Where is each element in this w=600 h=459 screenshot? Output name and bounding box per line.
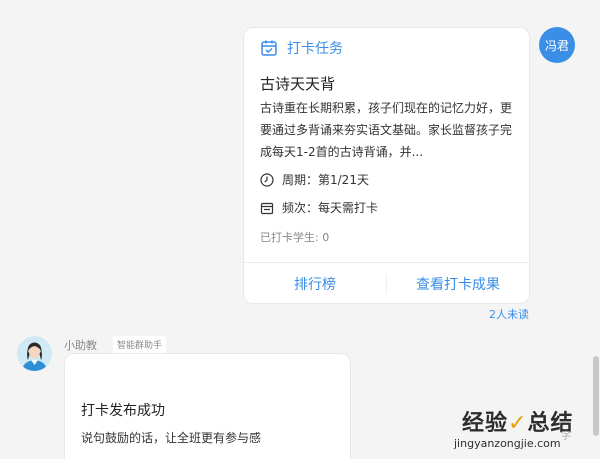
task-period: 周期：第1/21天 [260, 171, 369, 188]
assistant-avatar-icon [17, 336, 52, 371]
task-frequency-text: 频次：每天需打卡 [282, 201, 379, 215]
assistant-avatar[interactable] [17, 336, 52, 371]
watermark-url: jingyanzongjie.com [454, 437, 561, 450]
publish-success-card[interactable]: 打卡发布成功 说句鼓励的话，让全班更有参与感 [64, 353, 351, 459]
card-header: 打卡任务 [260, 38, 343, 58]
task-description: 古诗重在长期积累，孩子们现在的记忆力好，更要通过多背诵来夯实语文基础。家长监督孩… [260, 101, 513, 159]
calendar-icon [260, 202, 274, 214]
check-in-task-card[interactable]: 打卡任务 古诗天天背 古诗重在长期积累，孩子们现在的记忆力好，更要通过多背诵来夯… [243, 27, 530, 304]
view-results-button[interactable]: 查看打卡成果 [387, 263, 529, 305]
ranking-button[interactable]: 排行榜 [244, 263, 386, 305]
task-period-text: 周期：第1/21天 [282, 173, 369, 187]
clock-icon [260, 172, 274, 187]
card-actions: 排行榜 查看打卡成果 [244, 263, 529, 305]
publish-success-subtitle: 说句鼓励的话，让全班更有参与感 [81, 431, 262, 445]
user-avatar-text: 冯君 [544, 38, 569, 53]
task-frequency: 频次：每天需打卡 [260, 199, 378, 216]
user-avatar[interactable]: 冯君 [539, 27, 575, 63]
task-title: 古诗天天背 [260, 75, 336, 93]
watermark-logo: 经验✓总结 [462, 405, 573, 437]
watermark-check-icon: ✓ [508, 411, 528, 436]
scrollbar-thumb[interactable] [593, 356, 599, 436]
assistant-tag: 智能群助手 [113, 336, 167, 353]
calendar-check-icon [261, 40, 277, 56]
unread-status[interactable]: 2人未读 [489, 306, 529, 322]
watermark-logo-a: 经验 [462, 411, 509, 436]
checked-student-count: 已打卡学生: 0 [260, 231, 330, 244]
assistant-name: 小助教 [64, 339, 97, 352]
watermark-faint: 字 [561, 431, 571, 442]
card-header-title: 打卡任务 [287, 41, 343, 57]
publish-success-title: 打卡发布成功 [81, 403, 165, 419]
